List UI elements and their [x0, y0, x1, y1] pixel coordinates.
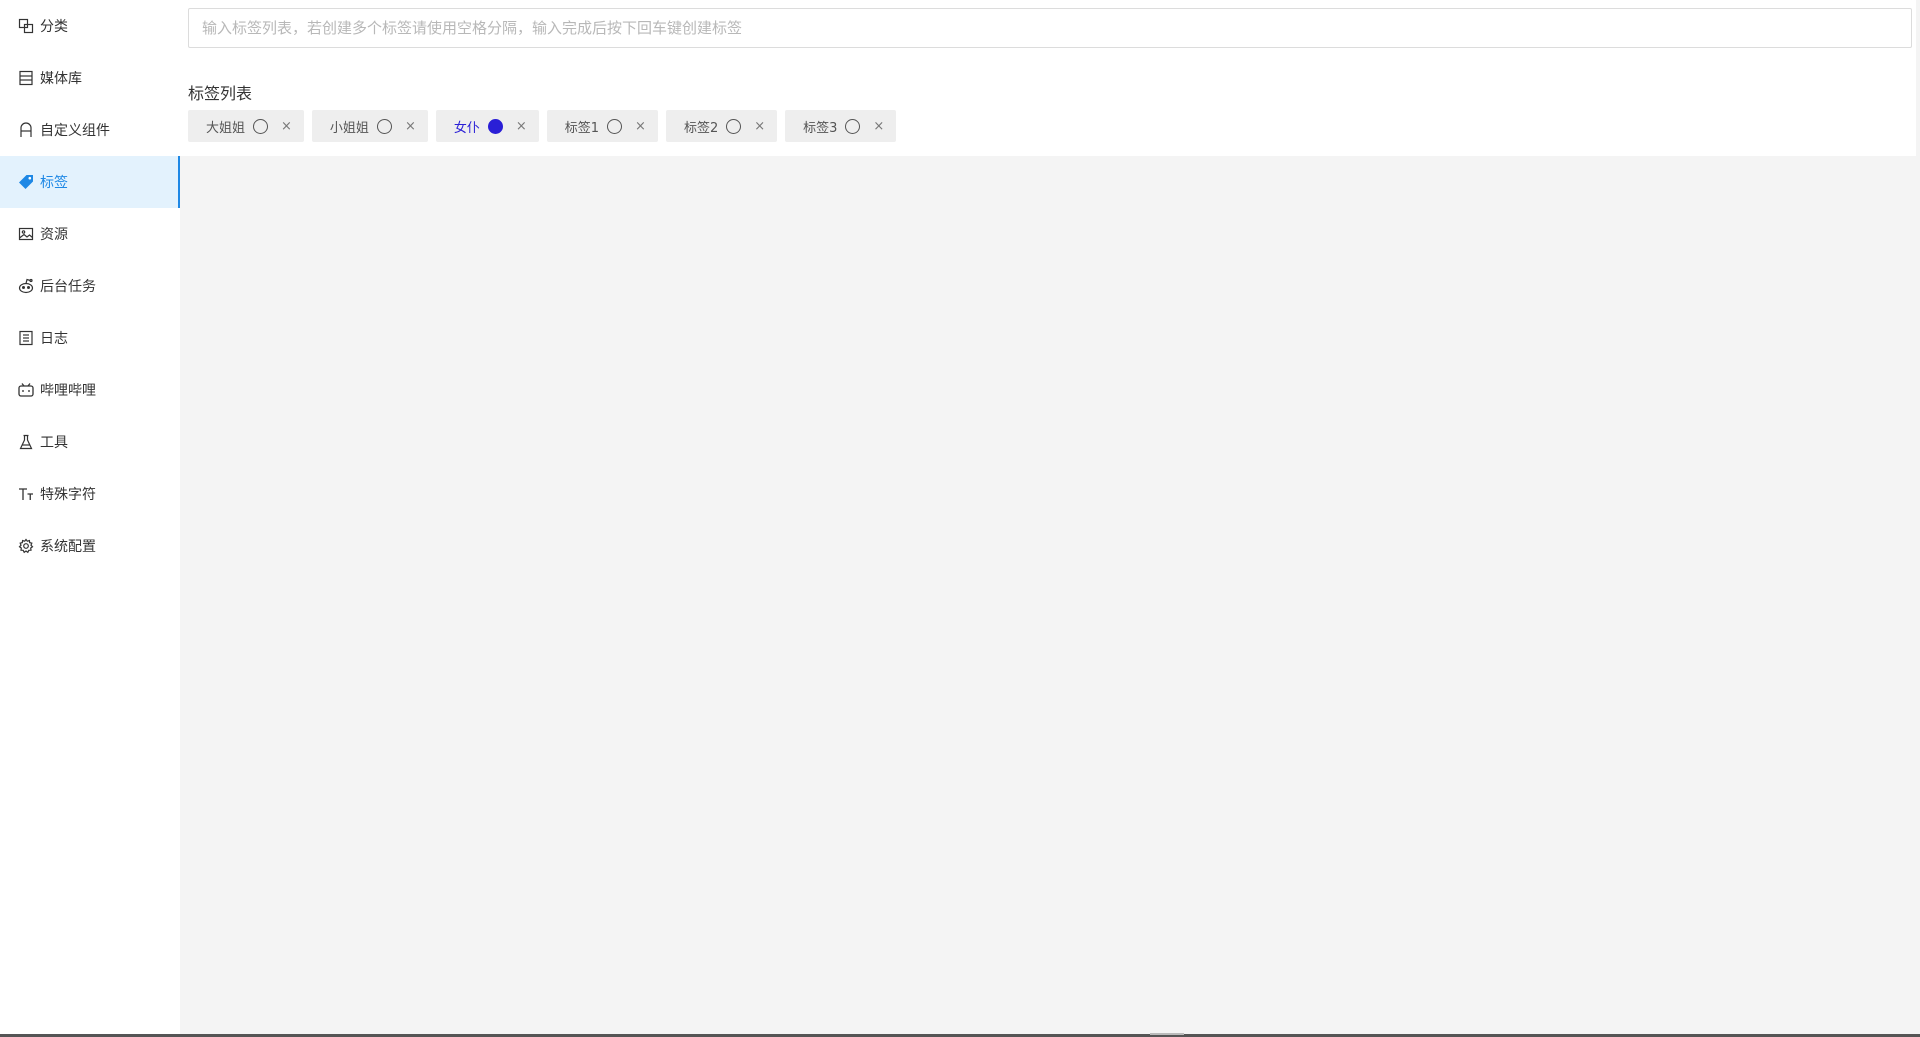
- tag-label: 标签1: [564, 120, 600, 136]
- sidebar-item-label: 标签: [40, 175, 68, 191]
- sidebar-item-media-library[interactable]: 媒体库: [0, 52, 180, 104]
- tag-chip[interactable]: 标签1 ×: [546, 110, 658, 142]
- flask-icon: [17, 434, 34, 451]
- sidebar-item-logs[interactable]: 日志: [0, 312, 180, 364]
- category-icon: [17, 18, 34, 35]
- custom-component-icon: [17, 122, 34, 139]
- bilibili-icon: [17, 382, 34, 399]
- sidebar-item-resources[interactable]: 资源: [0, 208, 180, 260]
- sidebar-item-label: 自定义组件: [40, 123, 110, 139]
- sidebar-item-label: 日志: [40, 331, 68, 347]
- sidebar-item-label: 分类: [40, 19, 68, 35]
- sidebar-item-custom-component[interactable]: 自定义组件: [0, 104, 180, 156]
- text-size-icon: [17, 486, 34, 503]
- sidebar: 分类 媒体库 自定义组件 标签 资源 后台任务 日志 哔哩哔哩 工具 特殊字符 …: [0, 0, 180, 1034]
- close-icon[interactable]: ×: [405, 120, 416, 133]
- tag-list: 大姐姐 × 小姐姐 × 女仆 × 标签1 × 标签2 × 标签3 ×: [188, 110, 897, 142]
- tag-label: 大姐姐: [206, 120, 246, 136]
- sidebar-item-label: 后台任务: [40, 279, 96, 295]
- sidebar-item-label: 资源: [40, 227, 68, 243]
- media-library-icon: [17, 70, 34, 87]
- tag-list-panel: 标签列表 大姐姐 × 小姐姐 × 女仆 × 标签1 × 标签2 × 标签3 ×: [180, 58, 1916, 156]
- tag-label: 标签2: [683, 120, 719, 136]
- image-icon: [17, 226, 34, 243]
- gear-icon: [17, 538, 34, 555]
- tag-select-radio[interactable]: [607, 118, 623, 134]
- sidebar-item-category[interactable]: 分类: [0, 0, 180, 52]
- sidebar-item-system-config[interactable]: 系统配置: [0, 520, 180, 572]
- main-content: 标签列表 大姐姐 × 小姐姐 × 女仆 × 标签1 ×: [180, 0, 1920, 1034]
- tag-label: 标签3: [803, 120, 838, 136]
- tag-select-radio[interactable]: [253, 118, 269, 134]
- sidebar-item-special-characters[interactable]: 特殊字符: [0, 468, 180, 520]
- tag-select-radio[interactable]: [845, 118, 861, 134]
- robot-icon: [17, 278, 34, 295]
- sidebar-item-label: 系统配置: [40, 539, 96, 555]
- sidebar-item-background-tasks[interactable]: 后台任务: [0, 260, 180, 312]
- sidebar-item-label: 媒体库: [40, 71, 82, 87]
- tag-input-bar: [180, 0, 1916, 58]
- tag-list-title: 标签列表: [188, 84, 253, 103]
- sidebar-item-tag[interactable]: 标签: [0, 156, 180, 208]
- close-icon[interactable]: ×: [754, 120, 765, 133]
- tag-chip[interactable]: 小姐姐 ×: [311, 110, 428, 142]
- close-icon[interactable]: ×: [281, 120, 292, 133]
- tag-label: 小姐姐: [329, 120, 369, 136]
- close-icon[interactable]: ×: [516, 120, 527, 133]
- log-icon: [17, 330, 34, 347]
- close-icon[interactable]: ×: [873, 120, 884, 133]
- tag-chip[interactable]: 标签2 ×: [665, 110, 778, 142]
- tag-select-radio[interactable]: [376, 118, 392, 134]
- tag-create-input[interactable]: [188, 8, 1912, 48]
- close-icon[interactable]: ×: [635, 120, 646, 133]
- sidebar-item-bilibili[interactable]: 哔哩哔哩: [0, 364, 180, 416]
- tag-chip[interactable]: 标签3 ×: [785, 110, 897, 142]
- sidebar-item-tools[interactable]: 工具: [0, 416, 180, 468]
- tag-chip[interactable]: 女仆 ×: [435, 110, 539, 142]
- tag-select-radio[interactable]: [726, 118, 742, 134]
- tag-label: 女仆: [453, 120, 480, 136]
- sidebar-item-label: 哔哩哔哩: [40, 383, 96, 399]
- tag-select-radio[interactable]: [487, 118, 503, 134]
- sidebar-item-label: 工具: [40, 435, 68, 451]
- scroll-indicator: [1150, 1033, 1184, 1035]
- tag-chip[interactable]: 大姐姐 ×: [188, 110, 304, 142]
- sidebar-item-label: 特殊字符: [40, 487, 96, 503]
- tag-icon: [17, 174, 34, 191]
